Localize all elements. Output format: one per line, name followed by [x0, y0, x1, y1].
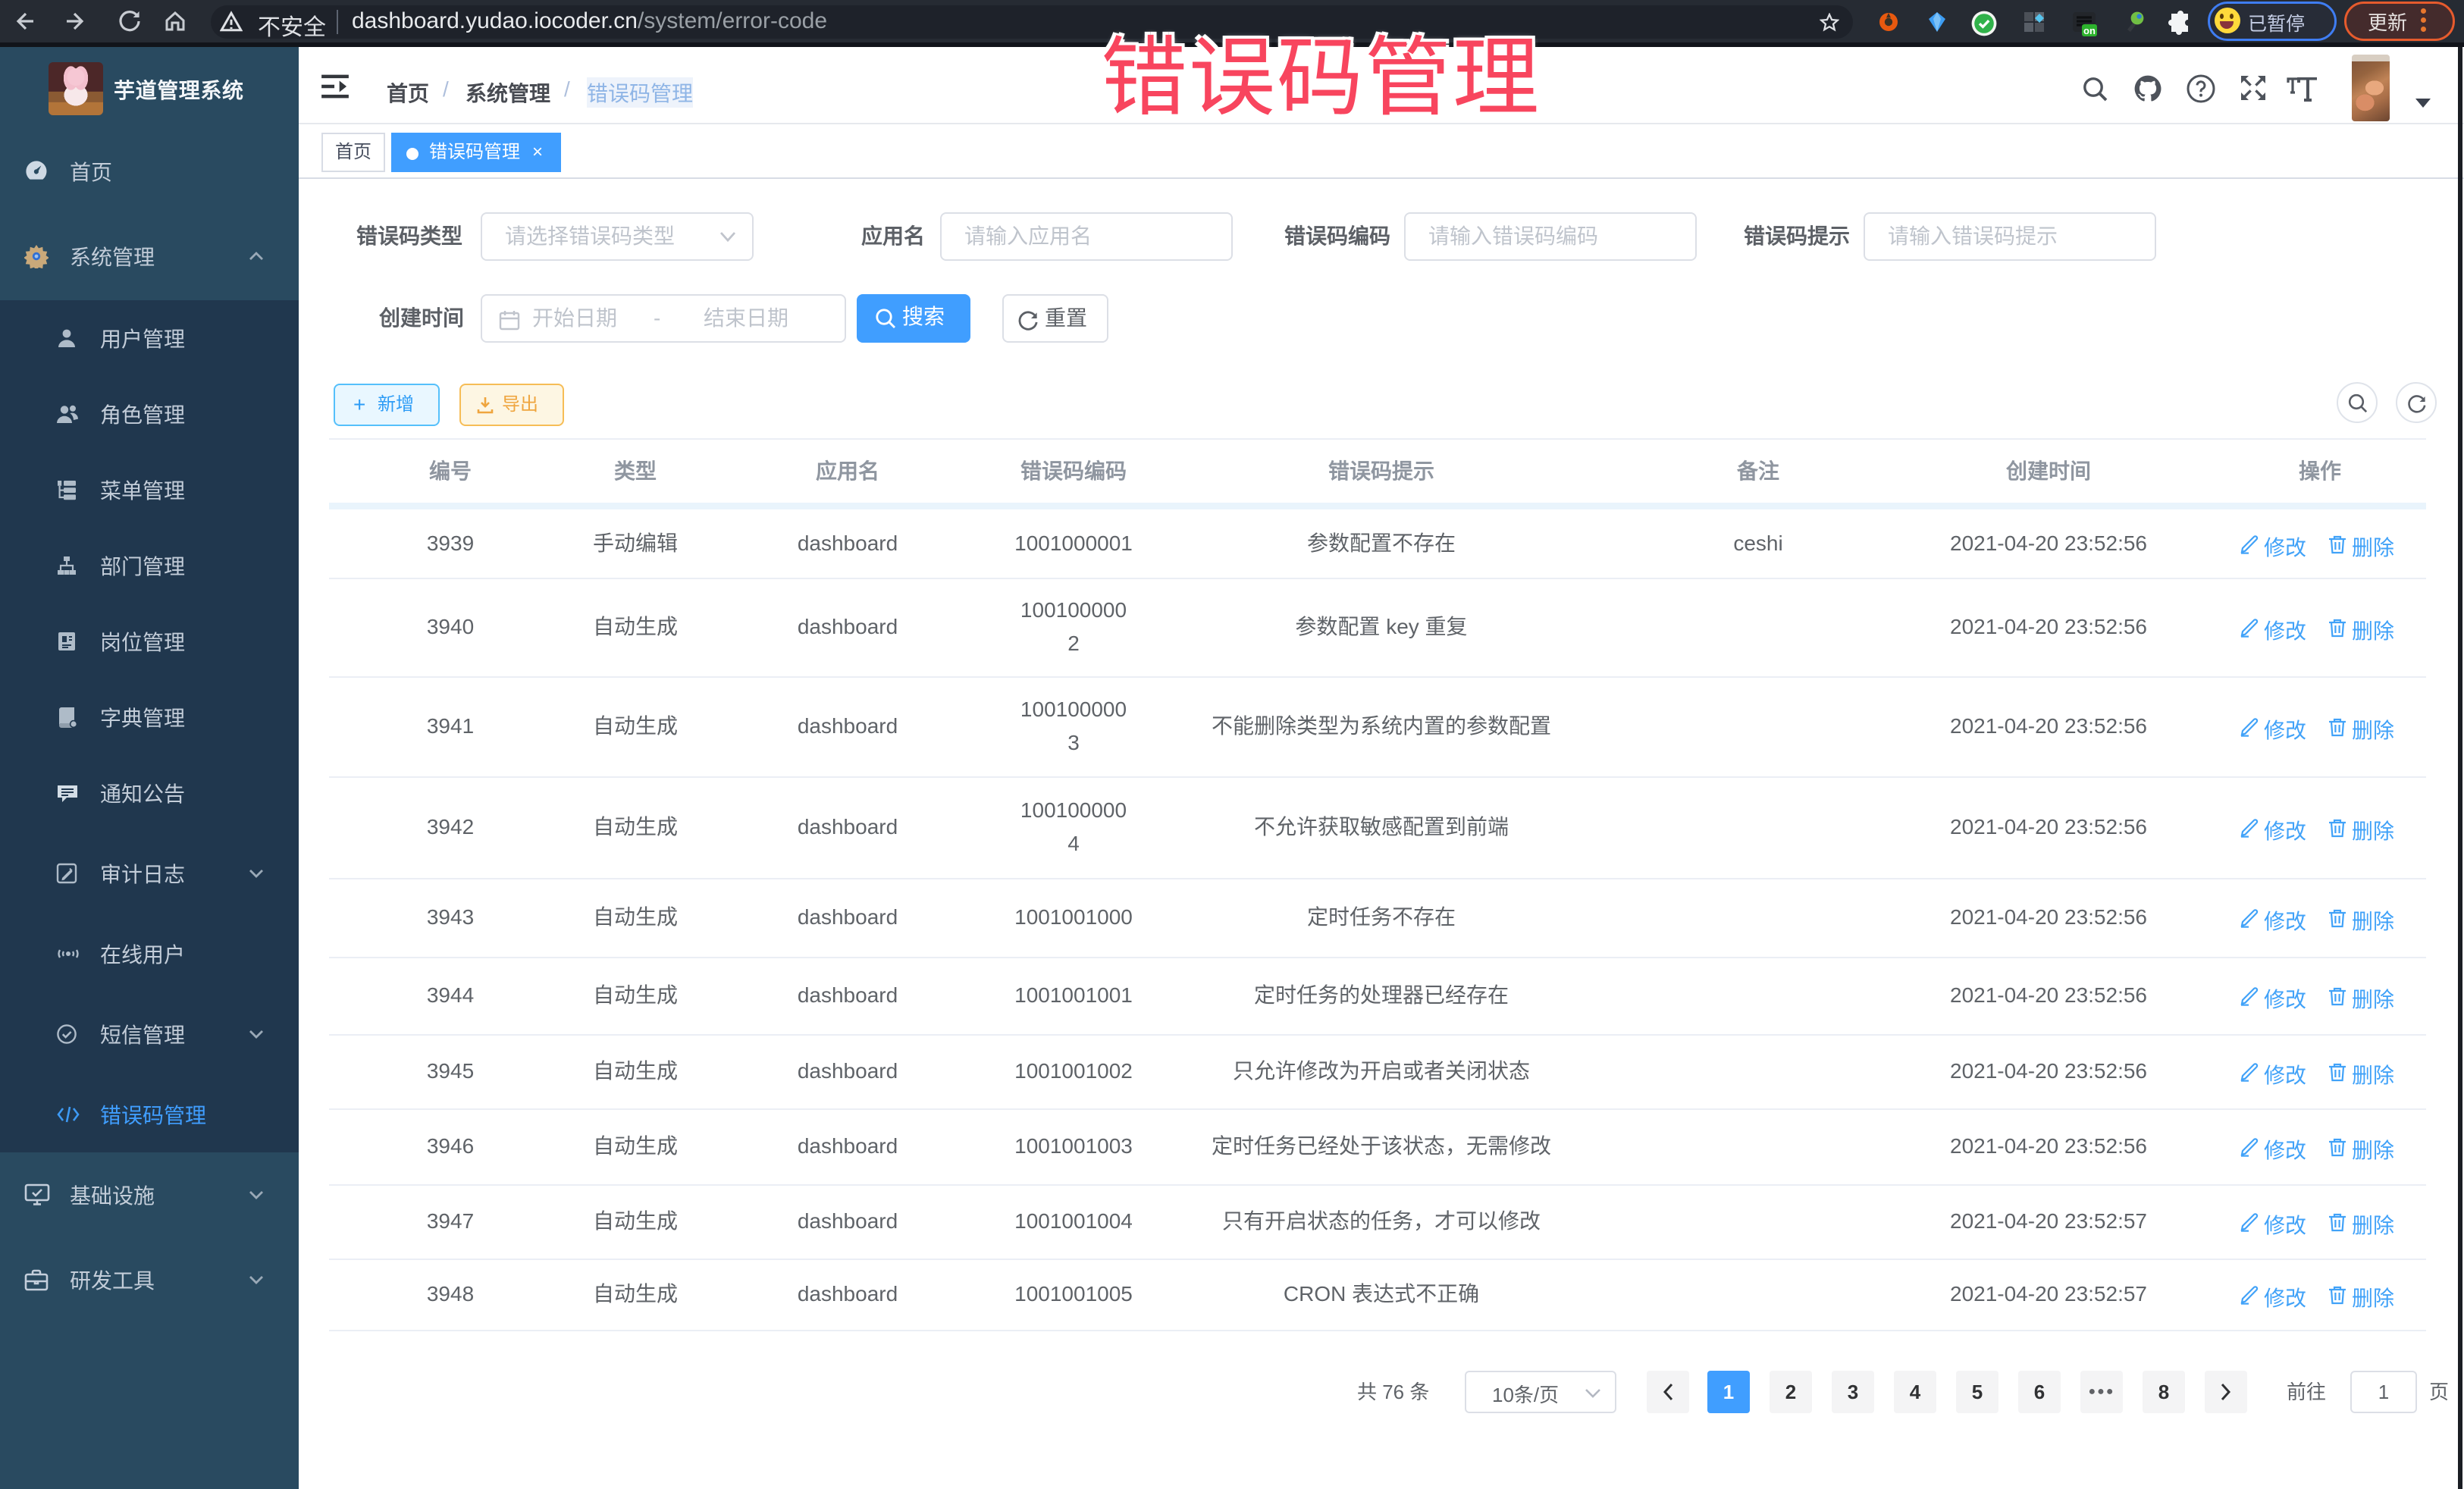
- svg-text:on: on: [2083, 25, 2096, 36]
